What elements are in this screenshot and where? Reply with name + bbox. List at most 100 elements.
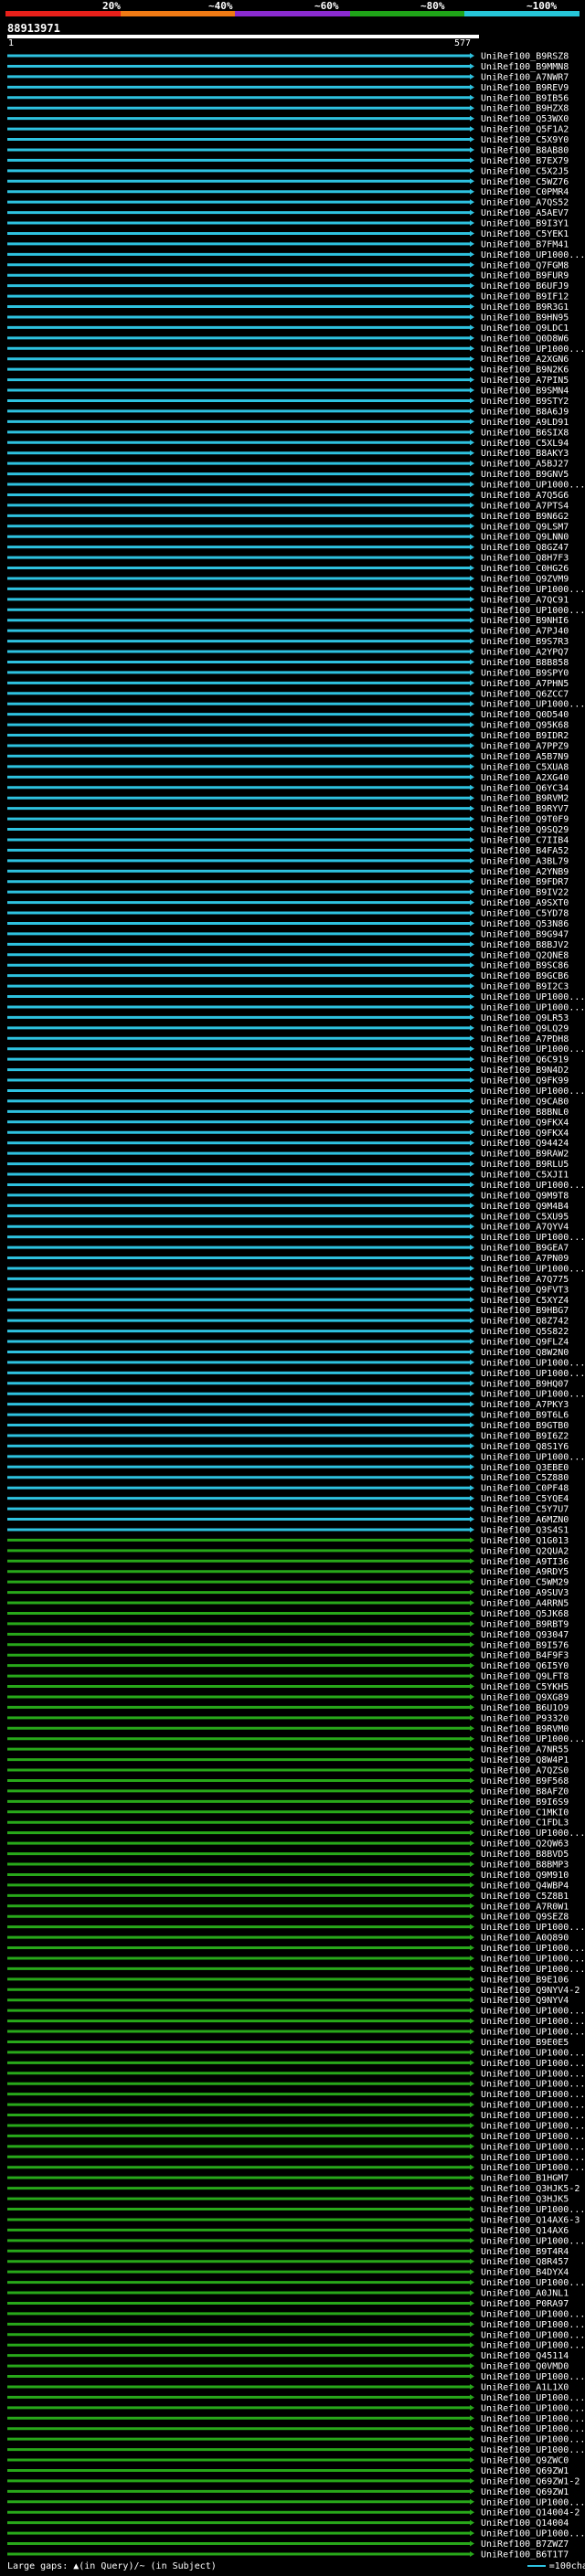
hit-label[interactable]: UniRef100_B9RYV7: [481, 804, 569, 814]
hit-label[interactable]: UniRef100_Q7FGM8: [481, 260, 569, 270]
hit-label[interactable]: UniRef100_C5XU95: [481, 1212, 569, 1222]
hit-label[interactable]: UniRef100_B9FDR7: [481, 877, 569, 887]
hit-label[interactable]: UniRef100_B9I576: [481, 1640, 569, 1650]
hit-label[interactable]: UniRef100_Q9FVT3: [481, 1285, 569, 1295]
hit-label[interactable]: UniRef100_UP1000...: [481, 2309, 585, 2319]
hit-label[interactable]: UniRef100_C5XL94: [481, 439, 569, 449]
hit-label[interactable]: UniRef100_C7IIB4: [481, 835, 569, 845]
hit-label[interactable]: UniRef100_Q69ZW1: [481, 2487, 569, 2497]
hit-label[interactable]: UniRef100_Q9LNN0: [481, 533, 569, 543]
hit-label[interactable]: UniRef100_B9SMN4: [481, 387, 569, 397]
hit-label[interactable]: UniRef100_B9GCB6: [481, 971, 569, 981]
hit-label[interactable]: UniRef100_UP1000...: [481, 2393, 585, 2403]
hit-label[interactable]: UniRef100_B9S7R3: [481, 637, 569, 647]
hit-label[interactable]: UniRef100_Q14004-2: [481, 2508, 580, 2518]
hit-label[interactable]: UniRef100_B6T1T7: [481, 2550, 569, 2560]
hit-label[interactable]: UniRef100_UP1000...: [481, 2121, 585, 2131]
hit-label[interactable]: UniRef100_B9RSZ8: [481, 52, 569, 62]
hit-label[interactable]: UniRef100_C5YEK1: [481, 229, 569, 239]
hit-label[interactable]: UniRef100_Q69ZW1-2: [481, 2476, 580, 2486]
hit-label[interactable]: UniRef100_A7PDH8: [481, 1034, 569, 1044]
hit-label[interactable]: UniRef100_B9F568: [481, 1776, 569, 1786]
hit-label[interactable]: UniRef100_UP1000...: [481, 992, 585, 1002]
hit-label[interactable]: UniRef100_UP1000...: [481, 2278, 585, 2288]
hit-label[interactable]: UniRef100_A7QS52: [481, 198, 569, 208]
hit-label[interactable]: UniRef100_Q9LQ29: [481, 1023, 569, 1034]
hit-label[interactable]: UniRef100_A5B7N9: [481, 752, 569, 762]
hit-label[interactable]: UniRef100_B9HZX8: [481, 104, 569, 114]
hit-label[interactable]: UniRef100_C5YQE4: [481, 1494, 569, 1504]
hit-label[interactable]: UniRef100_B9RAW2: [481, 1150, 569, 1160]
hit-label[interactable]: UniRef100_Q4WBP4: [481, 1881, 569, 1891]
hit-label[interactable]: UniRef100_UP1000...: [481, 2111, 585, 2121]
hit-label[interactable]: UniRef100_A7QC91: [481, 595, 569, 605]
hit-label[interactable]: UniRef100_UP1000...: [481, 1087, 585, 1097]
hit-label[interactable]: UniRef100_B9STY2: [481, 397, 569, 407]
hit-label[interactable]: UniRef100_Q6I5Y0: [481, 1661, 569, 1671]
hit-label[interactable]: UniRef100_Q0D540: [481, 710, 569, 720]
hit-label[interactable]: UniRef100_C0PF48: [481, 1484, 569, 1494]
hit-label[interactable]: UniRef100_B6U1O9: [481, 1703, 569, 1713]
hit-label[interactable]: UniRef100_A7PKY3: [481, 1400, 569, 1410]
hit-label[interactable]: UniRef100_B9I6Z2: [481, 1431, 569, 1441]
hit-label[interactable]: UniRef100_UP1000...: [481, 2330, 585, 2340]
hit-label[interactable]: UniRef100_UP1000...: [481, 1734, 585, 1744]
hit-label[interactable]: UniRef100_A2YNB9: [481, 867, 569, 877]
hit-label[interactable]: UniRef100_UP1000...: [481, 1390, 585, 1400]
hit-label[interactable]: UniRef100_UP1000...: [481, 1264, 585, 1274]
hit-label[interactable]: UniRef100_UP1000...: [481, 2320, 585, 2330]
hit-label[interactable]: UniRef100_C1FDL3: [481, 1818, 569, 1829]
hit-label[interactable]: UniRef100_C5YKH5: [481, 1682, 569, 1692]
hit-label[interactable]: UniRef100_UP1000...: [481, 2142, 585, 2152]
hit-label[interactable]: UniRef100_B6SIX8: [481, 428, 569, 438]
hit-label[interactable]: UniRef100_Q6C919: [481, 1055, 569, 1065]
hit-label[interactable]: UniRef100_A7QYV4: [481, 1223, 569, 1233]
hit-label[interactable]: UniRef100_B7FM41: [481, 239, 569, 249]
hit-label[interactable]: UniRef100_Q8S1Y6: [481, 1442, 569, 1452]
hit-label[interactable]: UniRef100_B9N2K6: [481, 366, 569, 376]
hit-label[interactable]: UniRef100_Q3EBE0: [481, 1463, 569, 1473]
hit-label[interactable]: UniRef100_UP1000...: [481, 1965, 585, 1975]
hit-label[interactable]: UniRef100_B9SC86: [481, 961, 569, 971]
hit-label[interactable]: UniRef100_A7NWR7: [481, 72, 569, 82]
hit-label[interactable]: UniRef100_B8BJV2: [481, 940, 569, 950]
hit-label[interactable]: UniRef100_B9NHI6: [481, 616, 569, 626]
hit-label[interactable]: UniRef100_B8AB80: [481, 145, 569, 155]
hit-label[interactable]: UniRef100_B9I6S9: [481, 1797, 569, 1807]
hit-label[interactable]: UniRef100_UP1000...: [481, 2048, 585, 2058]
hit-label[interactable]: UniRef100_Q3HJK5-2: [481, 2184, 580, 2194]
hit-label[interactable]: UniRef100_A7Q775: [481, 1275, 569, 1285]
hit-label[interactable]: UniRef100_Q53WX0: [481, 114, 569, 124]
hit-label[interactable]: UniRef100_Q9FLZ4: [481, 1338, 569, 1348]
hit-label[interactable]: UniRef100_Q5JK68: [481, 1609, 569, 1619]
hit-label[interactable]: UniRef100_A2YPQ7: [481, 648, 569, 658]
hit-label[interactable]: UniRef100_A0JNL1: [481, 2289, 569, 2299]
hit-label[interactable]: UniRef100_UP1000...: [481, 2341, 585, 2351]
hit-label[interactable]: UniRef100_Q2QNE8: [481, 950, 569, 960]
hit-label[interactable]: UniRef100_Q8W4P1: [481, 1755, 569, 1765]
hit-label[interactable]: UniRef100_A9LD91: [481, 418, 569, 428]
hit-label[interactable]: UniRef100_C5Z880: [481, 1473, 569, 1483]
hit-label[interactable]: UniRef100_B8BNL0: [481, 1108, 569, 1118]
hit-label[interactable]: UniRef100_Q95K68: [481, 721, 569, 731]
hit-label[interactable]: UniRef100_UP1000...: [481, 1452, 585, 1462]
hit-label[interactable]: UniRef100_Q9LFT8: [481, 1672, 569, 1682]
hit-label[interactable]: UniRef100_B9E106: [481, 1975, 569, 1985]
hit-label[interactable]: UniRef100_B9SPY0: [481, 668, 569, 678]
hit-label[interactable]: UniRef100_Q6ZCC7: [481, 689, 569, 699]
hit-label[interactable]: UniRef100_B6UFJ9: [481, 281, 569, 292]
hit-label[interactable]: UniRef100_C0PMR4: [481, 187, 569, 197]
hit-label[interactable]: UniRef100_B9R3G1: [481, 302, 569, 313]
hit-label[interactable]: UniRef100_B7ZWZ7: [481, 2539, 569, 2549]
hit-label[interactable]: UniRef100_B9T6L6: [481, 1411, 569, 1421]
hit-label[interactable]: UniRef100_Q8Z742: [481, 1317, 569, 1327]
hit-label[interactable]: UniRef100_Q8R457: [481, 2257, 569, 2267]
hit-label[interactable]: UniRef100_Q14AX6: [481, 2226, 569, 2236]
hit-label[interactable]: UniRef100_A0Q890: [481, 1934, 569, 1944]
hit-label[interactable]: UniRef100_Q94424: [481, 1139, 569, 1149]
hit-label[interactable]: UniRef100_UP1000...: [481, 2069, 585, 2079]
hit-label[interactable]: UniRef100_UP1000...: [481, 250, 585, 260]
hit-label[interactable]: UniRef100_UP1000...: [481, 2059, 585, 2069]
hit-label[interactable]: UniRef100_C5Z8B1: [481, 1892, 569, 1902]
hit-label[interactable]: UniRef100_UP1000...: [481, 1923, 585, 1933]
